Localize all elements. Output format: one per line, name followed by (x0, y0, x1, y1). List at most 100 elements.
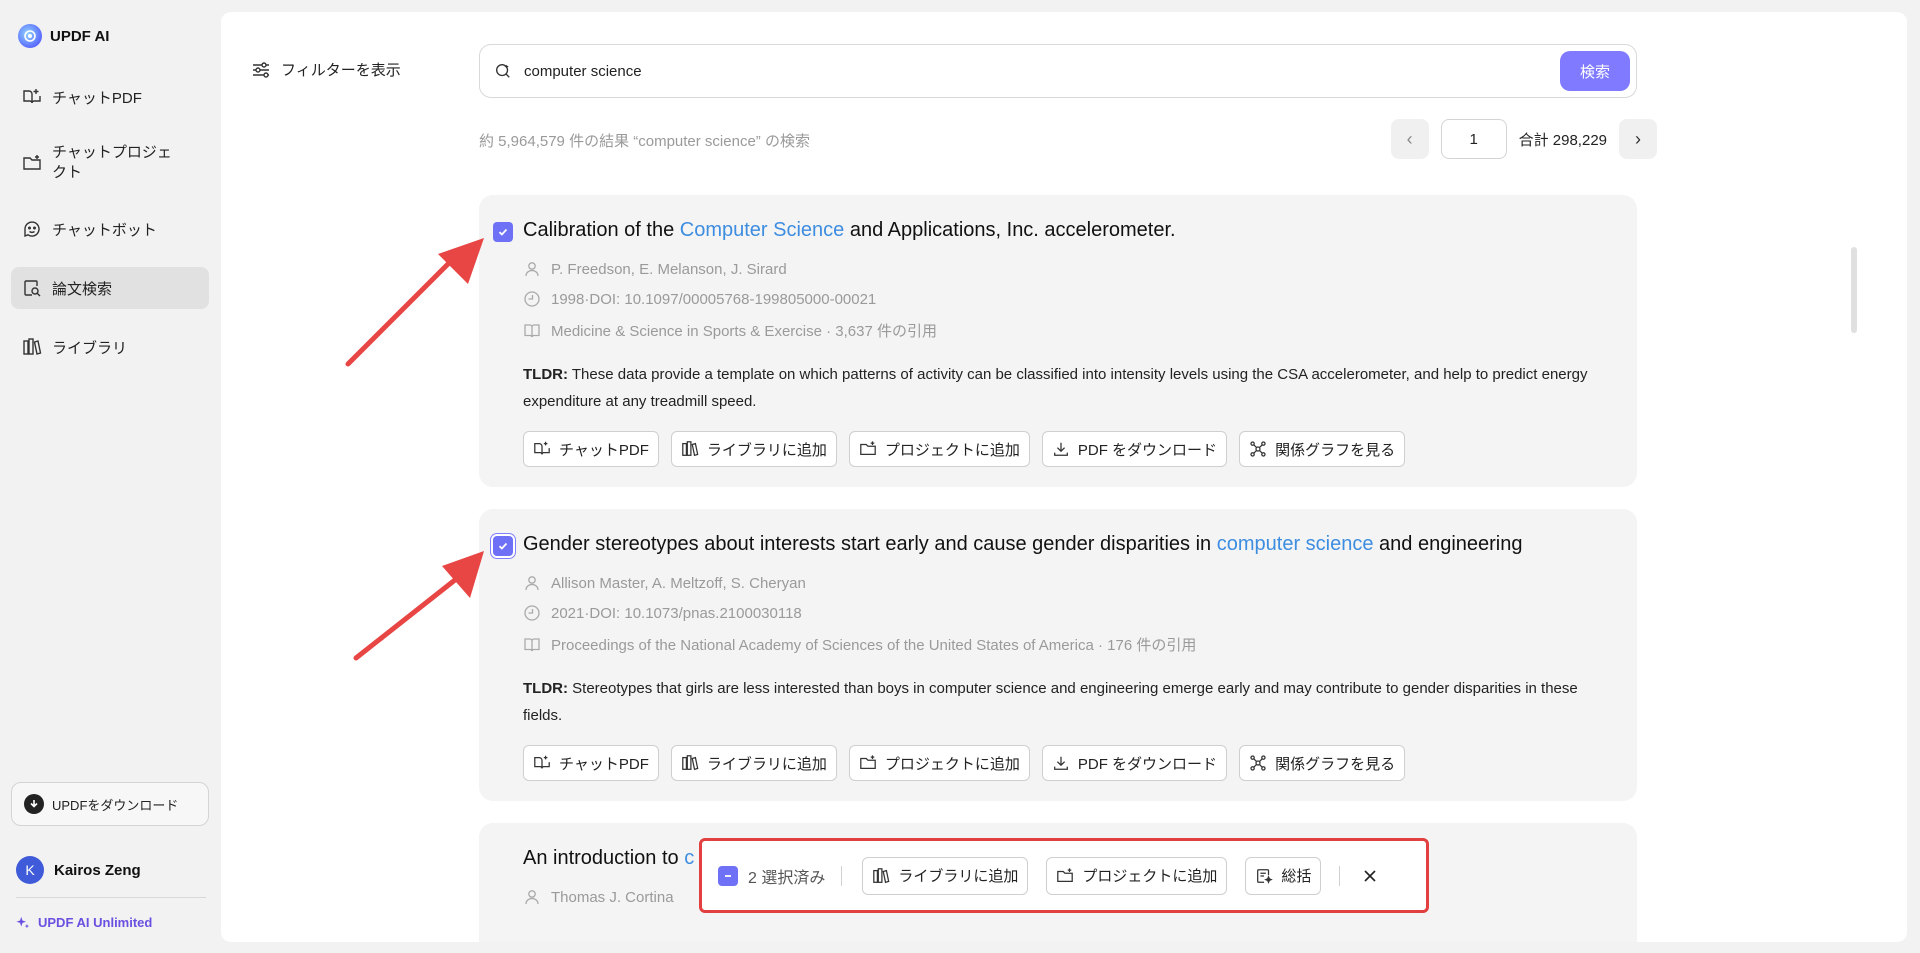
avatar: K (16, 856, 44, 884)
download-icon (24, 794, 44, 814)
main-panel: フィルターを表示 検索 約 5,964,579 件の結果 “computer s… (221, 12, 1907, 942)
sidebar-item-chat-project[interactable]: チャットプロジェクト (11, 135, 209, 191)
paper-title[interactable]: An introduction to c (523, 847, 694, 870)
folder-add-icon (860, 755, 876, 770)
paper-journal: Medicine & Science in Sports & Exercise … (523, 320, 937, 341)
updf-logo-icon (18, 24, 42, 48)
sidebar-nav: チャットPDF チャットプロジェクト チャットボット 論文検索 ライブラリ (11, 76, 209, 385)
book-icon (524, 323, 540, 337)
paper-card: Calibration of the Computer Science and … (479, 195, 1637, 487)
download-pdf-button[interactable]: PDF をダウンロード (1041, 745, 1228, 781)
sidebar-item-paper-search[interactable]: 論文検索 (11, 267, 209, 309)
paper-actions: チャットPDF ライブラリに追加 プロジェクトに追加 PDF をダウンロード 関… (523, 431, 1406, 467)
divider (16, 897, 206, 898)
result-count: 約 5,964,579 件の結果 “computer science” の検索 (479, 133, 810, 150)
download-icon (1053, 442, 1068, 456)
download-updf-label: UPDFをダウンロード (52, 797, 179, 813)
add-to-library-button[interactable]: ライブラリに追加 (670, 745, 837, 781)
paper-card: Gender stereotypes about interests start… (479, 509, 1637, 801)
graph-icon (1250, 441, 1266, 457)
close-icon (1364, 869, 1376, 882)
total-pages: 合計 298,229 (1518, 131, 1607, 149)
paper-journal: Proceedings of the National Academy of S… (523, 634, 1196, 655)
sidebar-item-label: チャットPDF (52, 89, 142, 107)
pagination: ‹ 合計 298,229 › (1390, 119, 1657, 159)
filter-label: フィルターを表示 (281, 62, 401, 79)
add-to-library-button[interactable]: ライブラリに追加 (670, 431, 837, 467)
book-chat-icon (23, 89, 41, 104)
filter-icon (253, 61, 269, 78)
search-input[interactable] (524, 62, 1636, 80)
add-to-project-button[interactable]: プロジェクトに追加 (848, 431, 1030, 467)
filter-toggle[interactable]: フィルターを表示 (251, 59, 401, 80)
summary-icon (1257, 868, 1274, 884)
chat-pdf-button[interactable]: チャットPDF (523, 745, 659, 781)
sidebar: UPDF AI チャットPDF チャットプロジェクト チャットボット 論文検索 … (0, 0, 220, 953)
user-profile[interactable]: K Kairos Zeng (16, 856, 141, 884)
summarize-button[interactable]: 総括 (1245, 856, 1322, 895)
clock-icon (524, 291, 540, 307)
app-name: UPDF AI (50, 27, 110, 45)
bulk-add-to-project-button[interactable]: プロジェクトに追加 (1046, 856, 1228, 895)
folder-chat-icon (23, 155, 41, 170)
add-to-project-button[interactable]: プロジェクトに追加 (848, 745, 1030, 781)
bot-icon (24, 221, 40, 238)
download-pdf-button[interactable]: PDF をダウンロード (1041, 431, 1228, 467)
library-icon (23, 338, 42, 355)
paper-checkbox[interactable] (493, 536, 513, 556)
brand[interactable]: UPDF AI (18, 24, 109, 48)
paper-authors: Allison Master, A. Meltzoff, S. Cheryan (523, 574, 806, 592)
close-selection-button[interactable] (1358, 864, 1382, 888)
sparkle-icon (16, 916, 30, 928)
plan-link[interactable]: UPDF AI Unlimited (16, 915, 152, 930)
next-page-button[interactable]: › (1619, 119, 1657, 159)
sidebar-item-label: チャットプロジェクト (52, 144, 172, 181)
divider (841, 865, 843, 886)
select-all-checkbox[interactable] (718, 865, 738, 886)
check-icon (498, 542, 508, 550)
plan-label: UPDF AI Unlimited (38, 915, 153, 930)
sidebar-item-library[interactable]: ライブラリ (11, 326, 209, 368)
download-updf-button[interactable]: UPDFをダウンロード (11, 782, 209, 826)
folder-add-icon (860, 441, 876, 456)
library-icon (682, 441, 699, 457)
person-icon (525, 890, 539, 905)
sidebar-item-label: ライブラリ (52, 339, 128, 357)
user-name: Kairos Zeng (54, 861, 141, 879)
selected-count: 2 選択済み (748, 869, 826, 887)
paper-title[interactable]: Calibration of the Computer Science and … (523, 219, 1176, 242)
library-icon (873, 867, 890, 883)
book-icon (524, 637, 540, 651)
paper-title[interactable]: Gender stereotypes about interests start… (523, 533, 1523, 556)
person-icon (525, 262, 539, 277)
paper-authors: Thomas J. Cortina (523, 888, 674, 906)
book-chat-icon (534, 755, 550, 769)
annotation-arrow (353, 551, 484, 661)
clock-icon (524, 605, 540, 621)
person-icon (525, 576, 539, 591)
sidebar-item-chat-pdf[interactable]: チャットPDF (11, 76, 209, 118)
paper-checkbox[interactable] (493, 222, 513, 242)
annotation-arrow (345, 238, 484, 367)
bulk-add-to-library-button[interactable]: ライブラリに追加 (862, 856, 1029, 895)
search-bar: 検索 (479, 44, 1637, 98)
search-button[interactable]: 検索 (1560, 51, 1630, 91)
scrollbar[interactable] (1851, 247, 1857, 333)
folder-add-icon (1057, 867, 1074, 882)
book-chat-icon (534, 441, 550, 455)
sidebar-item-label: 論文検索 (52, 280, 113, 298)
download-icon (1053, 756, 1068, 770)
view-graph-button[interactable]: 関係グラフを見る (1239, 431, 1406, 467)
paper-date-doi: 1998·DOI: 10.1097/00005768-199805000-000… (523, 290, 876, 308)
page-number-input[interactable] (1440, 119, 1507, 159)
chat-pdf-button[interactable]: チャットPDF (523, 431, 659, 467)
sidebar-item-chatbot[interactable]: チャットボット (11, 208, 209, 250)
check-icon (498, 228, 508, 236)
paper-tldr: TLDR: Stereotypes that girls are less in… (523, 680, 1578, 724)
paper-date-doi: 2021·DOI: 10.1073/pnas.2100030118 (523, 604, 802, 622)
prev-page-button[interactable]: ‹ (1390, 119, 1429, 159)
minus-icon (725, 874, 731, 877)
paper-tldr: TLDR: These data provide a template on w… (523, 366, 1588, 410)
sidebar-item-label: チャットボット (52, 221, 157, 239)
view-graph-button[interactable]: 関係グラフを見る (1239, 745, 1406, 781)
